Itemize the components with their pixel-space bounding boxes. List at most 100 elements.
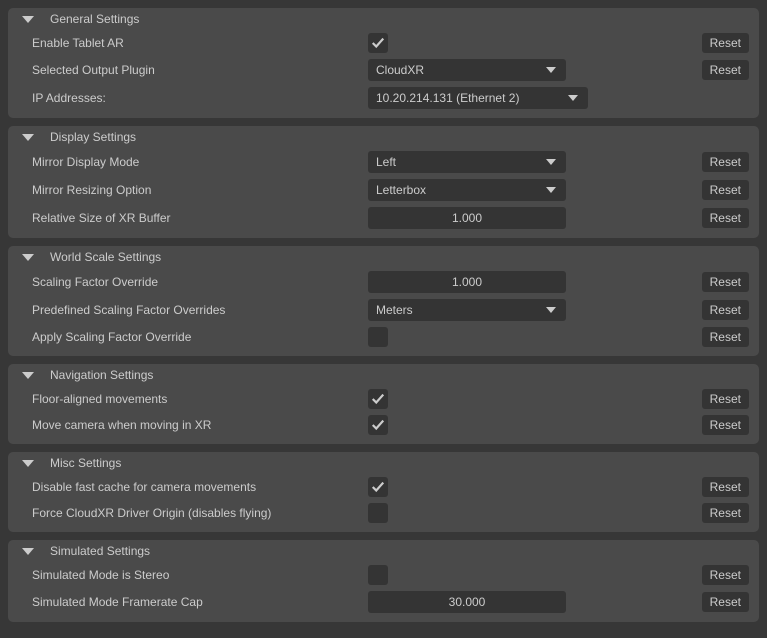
section-title: General Settings xyxy=(50,12,139,26)
numfield-scaling-override[interactable]: 1.000 xyxy=(368,271,566,293)
section-header-misc[interactable]: Misc Settings xyxy=(8,452,759,474)
section-header-world-scale[interactable]: World Scale Settings xyxy=(8,246,759,268)
label: Mirror Display Mode xyxy=(32,155,368,169)
label: IP Addresses: xyxy=(32,91,368,105)
label: Predefined Scaling Factor Overrides xyxy=(32,303,368,317)
select-value: Meters xyxy=(376,303,413,317)
label: Mirror Resizing Option xyxy=(32,183,368,197)
reset-button[interactable]: Reset xyxy=(702,180,749,200)
label: Move camera when moving in XR xyxy=(32,418,368,432)
row-mirror-resizing: Mirror Resizing Option Letterbox Reset xyxy=(8,176,759,204)
checkbox-move-camera[interactable] xyxy=(368,415,388,435)
numfield-framerate-cap[interactable]: 30.000 xyxy=(368,591,566,613)
check-icon xyxy=(371,36,385,50)
section-header-navigation[interactable]: Navigation Settings xyxy=(8,364,759,386)
label: Enable Tablet AR xyxy=(32,36,368,50)
select-value: CloudXR xyxy=(376,63,424,77)
chevron-down-icon xyxy=(546,159,556,165)
check-icon xyxy=(371,480,385,494)
checkbox-floor-aligned[interactable] xyxy=(368,389,388,409)
select-mirror-resizing[interactable]: Letterbox xyxy=(368,179,566,201)
reset-button[interactable]: Reset xyxy=(702,415,749,435)
label: Apply Scaling Factor Override xyxy=(32,330,368,344)
checkbox-stereo[interactable] xyxy=(368,565,388,585)
collapse-icon xyxy=(22,16,34,23)
section-title: Simulated Settings xyxy=(50,544,150,558)
checkbox-enable-tablet-ar[interactable] xyxy=(368,33,388,53)
section-display-settings: Display Settings Mirror Display Mode Lef… xyxy=(8,126,759,238)
row-apply-override: Apply Scaling Factor Override Reset xyxy=(8,324,759,350)
check-icon xyxy=(371,418,385,432)
section-navigation-settings: Navigation Settings Floor-aligned moveme… xyxy=(8,364,759,444)
label: Selected Output Plugin xyxy=(32,63,368,77)
row-stereo: Simulated Mode is Stereo Reset xyxy=(8,562,759,588)
section-title: World Scale Settings xyxy=(50,250,161,264)
section-world-scale-settings: World Scale Settings Scaling Factor Over… xyxy=(8,246,759,356)
row-output-plugin: Selected Output Plugin CloudXR Reset xyxy=(8,56,759,84)
reset-button[interactable]: Reset xyxy=(702,208,749,228)
check-icon xyxy=(371,392,385,406)
label: Floor-aligned movements xyxy=(32,392,368,406)
reset-button[interactable]: Reset xyxy=(702,565,749,585)
numfield-value: 1.000 xyxy=(452,211,482,225)
row-framerate-cap: Simulated Mode Framerate Cap 30.000 Rese… xyxy=(8,588,759,616)
row-mirror-display-mode: Mirror Display Mode Left Reset xyxy=(8,148,759,176)
row-ip-addresses: IP Addresses: 10.20.214.131 (Ethernet 2) xyxy=(8,84,759,112)
chevron-down-icon xyxy=(546,307,556,313)
row-predefined-overrides: Predefined Scaling Factor Overrides Mete… xyxy=(8,296,759,324)
checkbox-disable-fast-cache[interactable] xyxy=(368,477,388,497)
row-force-cloudxr-origin: Force CloudXR Driver Origin (disables fl… xyxy=(8,500,759,526)
label: Simulated Mode is Stereo xyxy=(32,568,368,582)
chevron-down-icon xyxy=(546,187,556,193)
select-value: 10.20.214.131 (Ethernet 2) xyxy=(376,91,519,105)
row-enable-tablet-ar: Enable Tablet AR Reset xyxy=(8,30,759,56)
reset-button[interactable]: Reset xyxy=(702,300,749,320)
reset-button[interactable]: Reset xyxy=(702,152,749,172)
row-move-camera: Move camera when moving in XR Reset xyxy=(8,412,759,438)
reset-button[interactable]: Reset xyxy=(702,477,749,497)
reset-button[interactable]: Reset xyxy=(702,327,749,347)
select-ip-addresses[interactable]: 10.20.214.131 (Ethernet 2) xyxy=(368,87,588,109)
collapse-icon xyxy=(22,372,34,379)
row-disable-fast-cache: Disable fast cache for camera movements … xyxy=(8,474,759,500)
checkbox-force-cloudxr-origin[interactable] xyxy=(368,503,388,523)
chevron-down-icon xyxy=(568,95,578,101)
section-misc-settings: Misc Settings Disable fast cache for cam… xyxy=(8,452,759,532)
collapse-icon xyxy=(22,134,34,141)
label: Disable fast cache for camera movements xyxy=(32,480,368,494)
row-xr-buffer-size: Relative Size of XR Buffer 1.000 Reset xyxy=(8,204,759,232)
section-title: Display Settings xyxy=(50,130,136,144)
reset-button[interactable]: Reset xyxy=(702,389,749,409)
checkbox-apply-override[interactable] xyxy=(368,327,388,347)
label: Relative Size of XR Buffer xyxy=(32,211,368,225)
section-title: Navigation Settings xyxy=(50,368,153,382)
section-header-general[interactable]: General Settings xyxy=(8,8,759,30)
collapse-icon xyxy=(22,548,34,555)
select-value: Letterbox xyxy=(376,183,426,197)
section-header-simulated[interactable]: Simulated Settings xyxy=(8,540,759,562)
select-predefined-overrides[interactable]: Meters xyxy=(368,299,566,321)
row-floor-aligned: Floor-aligned movements Reset xyxy=(8,386,759,412)
chevron-down-icon xyxy=(546,67,556,73)
collapse-icon xyxy=(22,460,34,467)
collapse-icon xyxy=(22,254,34,261)
select-mirror-display-mode[interactable]: Left xyxy=(368,151,566,173)
section-general-settings: General Settings Enable Tablet AR Reset … xyxy=(8,8,759,118)
numfield-value: 30.000 xyxy=(449,595,486,609)
section-header-display[interactable]: Display Settings xyxy=(8,126,759,148)
reset-button[interactable]: Reset xyxy=(702,592,749,612)
label: Force CloudXR Driver Origin (disables fl… xyxy=(32,506,368,520)
reset-button[interactable]: Reset xyxy=(702,33,749,53)
numfield-value: 1.000 xyxy=(452,275,482,289)
section-title: Misc Settings xyxy=(50,456,121,470)
select-value: Left xyxy=(376,155,396,169)
numfield-xr-buffer-size[interactable]: 1.000 xyxy=(368,207,566,229)
section-simulated-settings: Simulated Settings Simulated Mode is Ste… xyxy=(8,540,759,622)
reset-button[interactable]: Reset xyxy=(702,272,749,292)
select-output-plugin[interactable]: CloudXR xyxy=(368,59,566,81)
reset-button[interactable]: Reset xyxy=(702,503,749,523)
label: Scaling Factor Override xyxy=(32,275,368,289)
row-scaling-override: Scaling Factor Override 1.000 Reset xyxy=(8,268,759,296)
reset-button[interactable]: Reset xyxy=(702,60,749,80)
label: Simulated Mode Framerate Cap xyxy=(32,595,368,609)
